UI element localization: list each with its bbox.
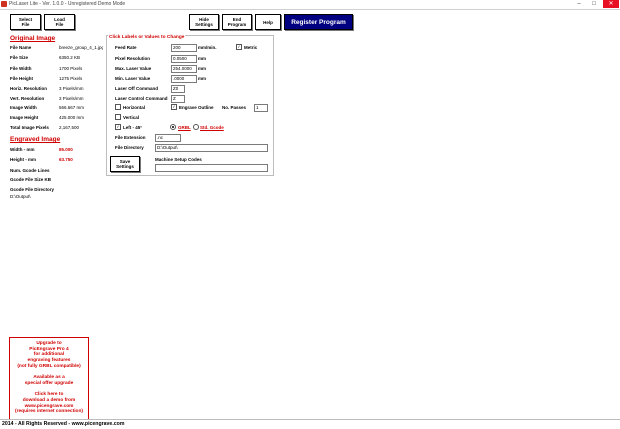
select-file-button[interactable]: Select File (10, 14, 41, 30)
orig-row-label: Image Width (10, 105, 37, 110)
grbl-label[interactable]: GRBL (178, 125, 191, 130)
feed-rate-unit: mm/min. (198, 45, 217, 50)
laser-control-input[interactable]: Z (171, 95, 185, 103)
maximize-button[interactable]: □ (587, 0, 601, 8)
std-gcode-label[interactable]: Std. Gcode (200, 125, 224, 130)
orig-row-label: File Height (10, 76, 34, 81)
orig-row-label: File Name (10, 45, 32, 50)
gcode-size-label: Gcode File Size KB (10, 177, 52, 182)
help-label: Help (263, 19, 273, 25)
left45-checkbox[interactable]: ✓ (115, 124, 121, 130)
orig-row-value: 566.667 mm (59, 105, 85, 110)
vertical-label[interactable]: Vertical (123, 115, 139, 120)
max-laser-label[interactable]: Max. Laser Value (115, 66, 151, 71)
grbl-radio[interactable] (170, 124, 176, 130)
laser-off-label[interactable]: Laser Off Command (115, 86, 158, 91)
original-image-heading: Original Image (10, 35, 56, 42)
upgrade-line: (requires internet connection) (15, 409, 83, 415)
pixel-resolution-label[interactable]: Pixel Resolution (115, 56, 150, 61)
engrave-outline-checkbox[interactable]: ✓ (171, 104, 177, 110)
orig-row-label: Vert. Resolution (10, 96, 45, 101)
end-program-button[interactable]: End Program (222, 14, 252, 30)
orig-row-label: Total Image Pixels (10, 125, 49, 130)
machine-codes-input[interactable] (155, 164, 268, 172)
close-button[interactable]: ✕ (603, 0, 619, 8)
orig-row-value: 6350.2 KB (59, 55, 81, 60)
file-directory-input[interactable]: D:\Output\ (155, 144, 268, 152)
upgrade-box[interactable]: Upgrade to PicEngrave Pro 4 for additional… (9, 337, 89, 421)
orig-row-value: 1700 Pixels (59, 66, 83, 71)
laser-control-label[interactable]: Laser Control Command (115, 96, 168, 101)
gcode-lines-label: Num. Gcode Lines (10, 168, 50, 173)
hide-settings-button[interactable]: Hide Settings (189, 14, 219, 30)
upgrade-line: (not fully GRBL compatible) (17, 363, 81, 369)
feed-rate-input[interactable]: 200 (171, 44, 197, 52)
machine-codes-label: Machine Setup Codes (155, 157, 202, 162)
orig-row-label: File Size (10, 55, 29, 60)
no-passes-input[interactable]: 1 (254, 104, 268, 112)
orig-row-value: 2,167,500 (59, 125, 80, 130)
engraved-height-label: Height - mm (10, 157, 37, 162)
title-bar: PicLaser Lite - Ver. 1.0.0 - Unregistere… (0, 0, 620, 10)
footer-text: 2014 - All Rights Reserved - www.picengr… (2, 421, 125, 427)
settings-title: Click Labels or Values to Change (108, 35, 186, 40)
pixel-resolution-input[interactable]: 0.0500 (171, 55, 197, 63)
pixel-resolution-unit: mm (198, 56, 207, 61)
feed-rate-label[interactable]: Feed Rate (115, 45, 137, 50)
app-icon (1, 1, 7, 7)
file-extension-input[interactable]: .nc (155, 134, 181, 142)
engraved-image-heading: Engraved Image (10, 136, 61, 143)
min-laser-input[interactable]: .0000 (171, 75, 197, 83)
std-gcode-radio[interactable] (193, 124, 199, 130)
engrave-outline-label[interactable]: Engrave Outline (179, 105, 214, 110)
load-file-button[interactable]: Load File (44, 14, 75, 30)
orig-row-label: Image Height (10, 115, 39, 120)
min-laser-unit: mm (198, 76, 207, 81)
laser-off-input[interactable]: Z0 (171, 85, 185, 93)
register-label: Register Program (291, 18, 346, 26)
minimize-button[interactable]: – (572, 0, 586, 8)
hide-settings-label-2: Settings (195, 22, 213, 27)
help-button[interactable]: Help (255, 14, 281, 30)
gcode-dir-value: D:\Output\ (10, 194, 31, 199)
min-laser-label[interactable]: Min. Laser Value (115, 76, 150, 81)
orig-row-label: File Width (10, 66, 32, 71)
orig-row-value: 3 Pixels/mm (59, 86, 84, 91)
metric-checkbox[interactable]: ✓ (236, 44, 242, 50)
metric-label[interactable]: Metric (244, 45, 257, 50)
end-program-label-2: Program (227, 22, 247, 27)
vertical-checkbox[interactable] (115, 114, 121, 120)
orig-row-value: 425.000 mm (59, 115, 85, 120)
engraved-width-label: Width - mm (10, 147, 35, 152)
max-laser-unit: mm (198, 66, 207, 71)
file-directory-label[interactable]: File Directory (115, 145, 144, 150)
left45-label[interactable]: Left - 45° (123, 125, 142, 130)
max-laser-input[interactable]: 254.0000 (171, 65, 197, 73)
no-passes-label[interactable]: No. Passes (222, 105, 246, 110)
save-settings-button[interactable]: Save Settings (110, 156, 140, 172)
file-extension-label[interactable]: File Extension (115, 135, 146, 140)
load-file-label-2: File (55, 22, 64, 27)
save-settings-label-2: Settings (116, 164, 134, 169)
window-title: PicLaser Lite - Ver. 1.0.0 - Unregistere… (9, 1, 126, 7)
horizontal-label[interactable]: Horizontal (123, 105, 145, 110)
select-file-label-2: File (21, 22, 30, 27)
orig-row-value: 1275 Pixels (59, 76, 83, 81)
engraved-width-value: 85.000 (59, 147, 73, 152)
horizontal-checkbox[interactable] (115, 104, 121, 110)
register-program-button[interactable]: Register Program (284, 14, 353, 30)
orig-row-value: breeze_group_4_1.jpg (59, 45, 103, 50)
orig-row-value: 3 Pixels/mm (59, 96, 84, 101)
gcode-dir-label: Gcode File Directory (10, 187, 55, 192)
orig-row-label: Horiz. Resolution (10, 86, 47, 91)
engraved-height-value: 63.750 (59, 157, 73, 162)
